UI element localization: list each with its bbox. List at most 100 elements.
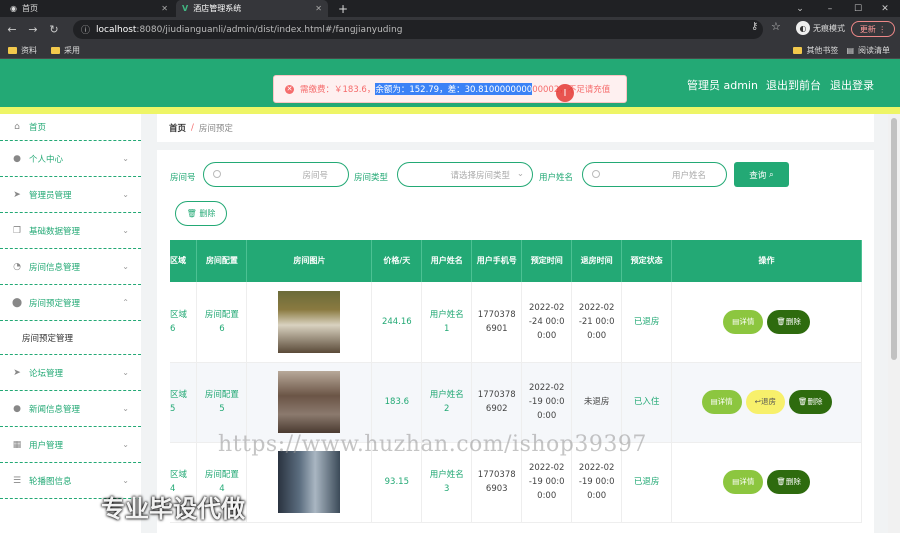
sidebar-item[interactable]: ➤ 管理员管理 ⌄ xyxy=(0,177,141,213)
close-icon[interactable]: ✕ xyxy=(161,4,168,13)
sidebar-item-label: 房间预定管理 xyxy=(29,298,81,309)
folder-icon xyxy=(8,46,17,54)
area-value: 区域 5 xyxy=(170,390,188,414)
col-header: 房间图片 xyxy=(246,240,373,282)
action-label: 删除 xyxy=(785,316,801,326)
back-icon[interactable]: ← xyxy=(3,21,21,39)
mouse-cursor-highlight: Ι xyxy=(556,84,574,102)
sidebar-item[interactable]: ● 个人中心 ⌄ xyxy=(0,141,141,177)
sidebar-item-label: 论坛管理 xyxy=(29,368,64,379)
delete-icon: 🗑 xyxy=(776,477,786,486)
breadcrumb-home[interactable]: 首页 xyxy=(169,122,186,134)
cell-checkout: 2022-02 -21 00:0 0:00 xyxy=(571,282,623,363)
update-button[interactable]: 更新 ⋮ xyxy=(851,21,895,37)
user-name-label: 用户姓名 xyxy=(539,173,574,183)
status-value: 已入住 xyxy=(633,397,660,407)
room-image[interactable] xyxy=(278,371,341,433)
chart-icon: ▦ xyxy=(12,439,22,450)
sidebar-item[interactable]: ● 新闻信息管理 ⌄ xyxy=(0,391,141,427)
sidebar-item[interactable]: ⌂ 首页 xyxy=(0,114,141,141)
bookmark-folder[interactable]: 资料 xyxy=(8,45,37,56)
detail-button[interactable]: ▤ 详情 xyxy=(723,309,764,334)
incognito-icon: ◐ xyxy=(796,21,810,35)
chevron-down-icon: ⌄ xyxy=(516,169,524,179)
table-row: 区域 5 房间配置 5 183.6 用户姓名 2 1770378 6902 2022-02… xyxy=(170,362,862,443)
user-name-placeholder: 用户姓名 xyxy=(671,170,706,181)
sidebar-item-label: 个人中心 xyxy=(29,154,64,165)
cell-book: 2022-02 -19 00:0 0:00 xyxy=(521,362,573,443)
col-header: 用户姓名 xyxy=(421,240,473,282)
delete-button[interactable]: 🗑 删除 xyxy=(767,470,810,494)
cell-checkout: 未退房 xyxy=(571,362,623,443)
col-header: 区域 xyxy=(170,240,198,282)
chevron-down-icon: ⌄ xyxy=(122,440,129,449)
star-icon[interactable]: ☆ xyxy=(771,20,781,33)
forward-icon[interactable]: → xyxy=(24,21,42,39)
incognito-indicator[interactable]: ◐ 无痕模式 xyxy=(796,21,845,35)
window-close-icon[interactable]: ✕ xyxy=(870,0,900,17)
scrollbar-thumb[interactable] xyxy=(891,118,897,360)
breadcrumb: 首页 / 房间预定 xyxy=(157,114,874,142)
sliders-icon: ☰ xyxy=(12,475,22,486)
detail-button[interactable]: ▤ 详情 xyxy=(723,470,764,494)
query-button[interactable]: 查询 ⌕ xyxy=(734,162,789,187)
delete-label: 删除 xyxy=(199,209,216,218)
reading-list[interactable]: ▤ 阅读清单 xyxy=(846,45,890,56)
batch-delete-button[interactable]: 🗑 删除 xyxy=(175,201,227,226)
checkout-button[interactable]: ↩ 退房 xyxy=(745,390,785,414)
sidebar-item[interactable]: ◔ 房间信息管理 ⌄ xyxy=(0,249,141,285)
close-icon[interactable]: ✕ xyxy=(315,4,322,13)
room-no-input[interactable]: 房间号 xyxy=(203,162,349,187)
bookmark-label: 资料 xyxy=(21,45,37,55)
new-tab-button[interactable]: + xyxy=(332,0,352,17)
sidebar-item-label: 新闻信息管理 xyxy=(29,404,81,415)
tab-search-icon[interactable]: ⌄ xyxy=(785,0,815,17)
action-label: 退房 xyxy=(760,397,776,406)
sidebar-item-label: 房间信息管理 xyxy=(29,262,81,273)
cell-user: 用户姓名 2 xyxy=(421,362,473,443)
bookmark-folder[interactable]: 采用 xyxy=(51,45,80,56)
url-host: localhost xyxy=(96,24,137,35)
room-image[interactable] xyxy=(278,290,341,353)
browser-tab-hotel[interactable]: V 酒店管理系统 ✕ xyxy=(176,0,328,17)
col-header: 预定时间 xyxy=(521,240,573,282)
table-row: 区域 6 房间配置 6 244.16 用户姓名 1 1770378 6901 2022-0… xyxy=(170,282,862,363)
reload-icon[interactable]: ↻ xyxy=(45,21,63,39)
browser-tab-home[interactable]: ◉ 首页 ✕ xyxy=(4,0,174,17)
key-icon[interactable]: ⚷ xyxy=(751,21,758,32)
minimize-icon[interactable]: – xyxy=(815,0,845,17)
status-value: 已退房 xyxy=(633,316,660,327)
col-header: 房间配置 xyxy=(196,240,248,282)
user-name-input[interactable]: 用户姓名 xyxy=(582,162,727,187)
bookmark-folder-other[interactable]: 其他书签 xyxy=(793,45,838,56)
sidebar-item[interactable]: ➤ 论坛管理 ⌄ xyxy=(0,355,141,391)
room-no-placeholder: 房间号 xyxy=(302,170,328,181)
room-type-select[interactable]: 请选择房间类型 ⌄ xyxy=(397,162,533,187)
sidebar-item[interactable]: ❐ 基础数据管理 ⌄ xyxy=(0,213,141,249)
price-value: 93.15 xyxy=(384,477,409,487)
breadcrumb-separator: / xyxy=(191,123,194,133)
delete-button[interactable]: 🗑 删除 xyxy=(767,309,810,334)
cell-area: 区域 5 xyxy=(170,362,198,443)
user-value: 用户姓名 1 xyxy=(429,309,464,334)
chevron-down-icon: ⌄ xyxy=(122,262,129,271)
sidebar-item-label: 管理员管理 xyxy=(29,190,72,201)
sidebar-item[interactable]: ⬤ 房间预定管理 ⌃ xyxy=(0,285,141,321)
gauge-icon: ◔ xyxy=(13,261,21,272)
maximize-icon[interactable]: ☐ xyxy=(843,0,873,17)
detail-icon: ▤ xyxy=(732,477,740,486)
actions-cell: ▤ 详情 🗑 删除 xyxy=(671,282,862,363)
query-label: 查询 xyxy=(749,170,767,181)
logout-link[interactable]: 退出登录 xyxy=(830,77,874,93)
sidebar-item[interactable]: ▦ 用户管理 ⌄ xyxy=(0,427,141,463)
sidebar-subitem-booking[interactable]: 房间预定管理 xyxy=(0,321,141,355)
front-page-link[interactable]: 退出到前台 xyxy=(766,77,821,93)
address-bar[interactable]: ⓘ localhost:8080/jiudianguanli/admin/dis… xyxy=(73,20,763,39)
search-icon xyxy=(592,170,600,178)
room-image[interactable] xyxy=(278,451,341,513)
col-header: 价格/天 xyxy=(371,240,423,282)
delete-button[interactable]: 🗑 删除 xyxy=(788,390,832,414)
bookmark-label: 阅读清单 xyxy=(858,45,890,55)
detail-button[interactable]: ▤ 详情 xyxy=(701,390,742,414)
update-label: 更新 xyxy=(859,24,876,34)
